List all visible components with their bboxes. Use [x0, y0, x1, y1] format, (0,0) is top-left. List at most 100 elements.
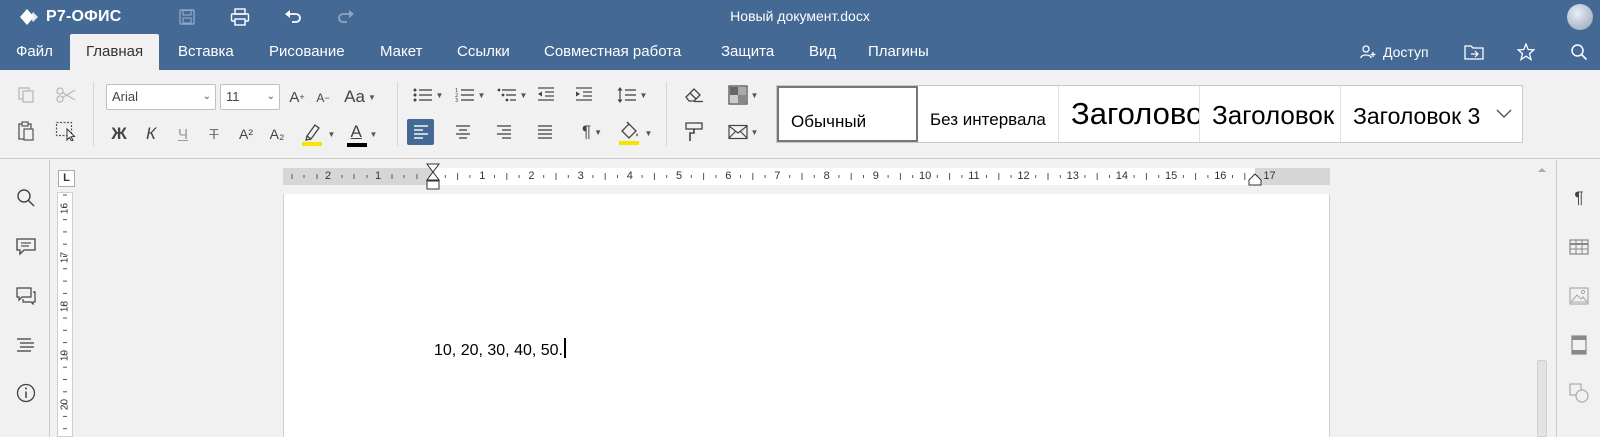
copy-button[interactable] [15, 84, 37, 106]
cut-button[interactable] [55, 84, 77, 106]
numbered-list-button[interactable]: 1 2 3 ▼ [452, 84, 488, 106]
ruler-label: 3 [577, 170, 584, 182]
favorite-button[interactable] [1517, 34, 1535, 70]
chevron-down-icon: ⌄ [202, 91, 211, 102]
multilevel-list-button[interactable]: ▼ [494, 84, 530, 106]
style-no-spacing[interactable]: Без интервала [918, 86, 1059, 142]
copy-style-button[interactable] [683, 121, 705, 143]
right-indent-marker[interactable] [1248, 172, 1262, 186]
styles-expand-button[interactable] [1486, 85, 1523, 143]
first-line-indent-marker[interactable] [426, 163, 440, 193]
color-scheme-button[interactable]: ▼ [724, 83, 762, 107]
tab-draw[interactable]: Рисование [253, 34, 361, 70]
tab-protection[interactable]: Защита [705, 34, 790, 70]
access-label: Доступ [1383, 44, 1429, 60]
align-left-button[interactable] [407, 119, 434, 145]
sidebar-chat-button[interactable] [15, 285, 37, 307]
clear-formatting-button[interactable] [683, 84, 705, 106]
font-name-select[interactable]: Arial ⌄ [106, 84, 216, 110]
tab-plugins[interactable]: Плагины [852, 34, 945, 70]
superscript-button[interactable]: A² [235, 123, 257, 145]
increase-font-button[interactable]: A + [286, 86, 308, 108]
bold-button[interactable]: Ж [108, 123, 130, 145]
tab-layout[interactable]: Макет [364, 34, 438, 70]
change-case-icon: Aa [344, 87, 365, 106]
select-all-icon [55, 121, 76, 141]
access-button[interactable]: Доступ [1360, 43, 1429, 61]
tab-home[interactable]: Главная [70, 34, 160, 70]
decrease-font-button[interactable]: A − [313, 88, 333, 108]
justify-button[interactable] [534, 121, 556, 143]
document-text: 10, 20, 30, 40, 50. [434, 342, 563, 359]
select-all-button[interactable] [54, 120, 78, 142]
bullet-list-icon [413, 88, 432, 102]
tab-view[interactable]: Вид [793, 34, 852, 70]
font-size-select[interactable]: 11 ⌄ [220, 84, 280, 110]
increase-indent-button[interactable] [573, 84, 595, 106]
ruler-label: 15 [1165, 170, 1178, 182]
header-footer-settings-button[interactable] [1568, 334, 1590, 356]
font-color-button[interactable]: A ▼ [342, 120, 382, 148]
svg-text:3: 3 [455, 98, 458, 103]
line-spacing-button[interactable]: ▼ [614, 84, 650, 106]
nonprinting-chars-button[interactable]: ¶ ▼ [574, 121, 610, 143]
sidebar-about-button[interactable] [15, 382, 37, 404]
style-heading-2[interactable]: Заголовок 2 [1200, 86, 1341, 142]
image-settings-button[interactable] [1568, 285, 1590, 307]
style-normal[interactable]: Обычный [777, 86, 918, 142]
ruler-label: 8 [823, 170, 830, 182]
italic-button[interactable]: К [140, 123, 162, 145]
decrease-indent-button[interactable] [535, 84, 557, 106]
style-label: Заголовок 2 [1212, 100, 1340, 130]
paragraph-settings-button[interactable]: ¶ [1568, 187, 1590, 209]
underline-button[interactable]: Ч [172, 123, 194, 145]
sidebar-search-button[interactable] [15, 187, 37, 209]
ruler-label: 12 [1017, 170, 1030, 182]
align-center-button[interactable] [452, 121, 474, 143]
tab-stop-selector[interactable]: L [58, 170, 75, 187]
sidebar-comments-button[interactable] [15, 236, 37, 258]
bullet-list-button[interactable]: ▼ [410, 84, 446, 106]
align-left-icon [413, 125, 428, 139]
paint-bucket-icon [618, 121, 639, 145]
vertical-ruler[interactable]: 16 17 18 19 20 [57, 192, 73, 437]
tab-collaboration[interactable]: Совместная работа [528, 34, 697, 70]
search-button[interactable] [1570, 34, 1588, 70]
document-page[interactable]: 10, 20, 30, 40, 50. [283, 194, 1330, 437]
user-avatar[interactable] [1567, 4, 1593, 30]
style-heading-1[interactable]: Заголовок 1 [1059, 86, 1200, 142]
mail-merge-button[interactable]: ▼ [724, 121, 762, 143]
table-settings-button[interactable] [1568, 236, 1590, 258]
indent-icon [576, 87, 592, 101]
document-body[interactable]: 10, 20, 30, 40, 50. [434, 338, 566, 360]
tab-insert[interactable]: Вставка [162, 34, 250, 70]
open-location-button[interactable] [1464, 34, 1484, 70]
style-gallery: Обычный Без интервала Заголовок 1 Заголо… [776, 85, 1523, 143]
scroll-up-arrow-icon[interactable] [1535, 164, 1549, 176]
highlight-color-button[interactable]: ▼ [298, 120, 338, 148]
tab-file[interactable]: Файл [0, 34, 69, 70]
style-label: Обычный [791, 112, 867, 131]
subscript-button[interactable]: A₂ [266, 123, 288, 145]
tab-references[interactable]: Ссылки [441, 34, 526, 70]
change-case-button[interactable]: Aa ▼ [342, 85, 378, 109]
vertical-scrollbar[interactable] [1535, 160, 1549, 437]
style-label: Заголовок 3 [1353, 103, 1481, 129]
align-right-button[interactable] [493, 121, 515, 143]
shading-button[interactable]: ▼ [615, 119, 655, 147]
ruler-label: 4 [626, 170, 633, 182]
vruler-label: 16 [59, 202, 71, 215]
toolbar-separator [93, 82, 94, 146]
style-heading-3[interactable]: Заголовок 3 [1341, 86, 1482, 142]
horizontal-ruler[interactable]: 2 1 1 2 3 4 5 6 7 8 9 10 11 12 13 14 15 16 17 [283, 163, 1330, 190]
image-icon [1569, 287, 1589, 305]
paste-button[interactable] [15, 120, 37, 142]
header-footer-icon [1571, 335, 1587, 355]
sidebar-navigation-button[interactable] [15, 334, 37, 356]
ruler-label: 2 [325, 170, 332, 182]
chevron-down-icon: ▼ [750, 127, 759, 137]
strikethrough-button[interactable]: Т [203, 123, 225, 145]
shape-settings-button[interactable] [1568, 382, 1590, 404]
numbered-list-icon: 1 2 3 [455, 88, 474, 103]
scrollbar-thumb[interactable] [1537, 360, 1547, 437]
